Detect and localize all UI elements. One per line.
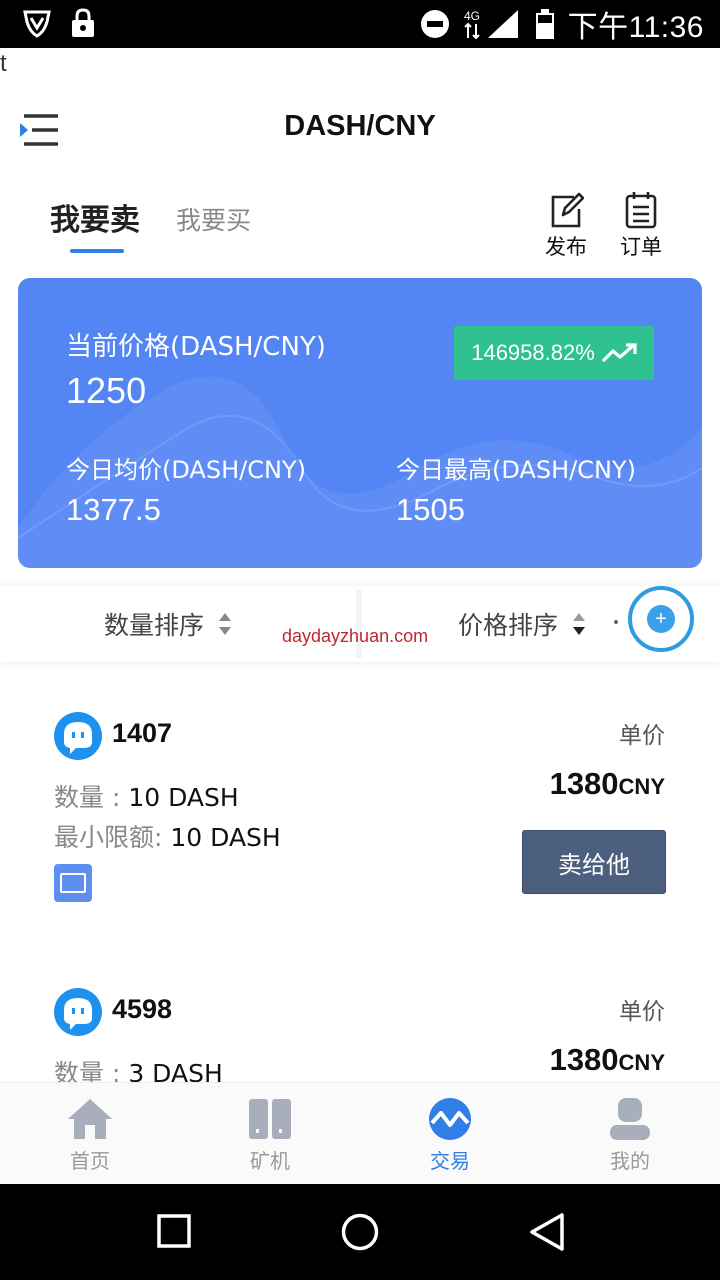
- price-currency: CNY: [618, 1050, 665, 1075]
- nav-home-label: 首页: [70, 1149, 110, 1173]
- clock: 下午11:36: [567, 11, 704, 44]
- network-label: 4G: [464, 9, 480, 23]
- bottom-nav: 首页 矿机 交易 我的: [0, 1082, 720, 1184]
- active-tab-indicator: [70, 249, 124, 253]
- trade-icon: [429, 1098, 471, 1140]
- lock-icon: [72, 8, 94, 37]
- avg-price-value: 1377.5: [66, 492, 161, 527]
- high-price-value: 1505: [396, 492, 465, 527]
- quantity-label: 数量 :: [54, 1059, 129, 1082]
- price: 1380CNY: [550, 1042, 665, 1078]
- avatar-icon: [54, 712, 102, 760]
- publish-label: 发布: [545, 235, 587, 259]
- quantity-line: 数量 : 3 DASH: [54, 1054, 223, 1082]
- quantity-line: 数量 : 10 DASH: [54, 778, 239, 814]
- sell-to-him-button[interactable]: 卖给他: [522, 830, 666, 894]
- quantity-label: 数量 :: [54, 783, 129, 812]
- home-icon: [68, 1099, 112, 1139]
- avg-price-label: 今日均价(DASH/CNY): [66, 456, 306, 484]
- price-card: 当前价格(DASH/CNY) 1250 146958.82% 今日均价(DASH…: [18, 278, 702, 568]
- screen: 4G 下午11:36 t DASH/CNY 我要卖 我要买 发布 订单 当前价格…: [0, 0, 720, 1280]
- tab-sell[interactable]: 我要卖: [50, 195, 140, 239]
- sort-arrows-icon: [573, 613, 586, 635]
- current-price-label: 当前价格(DASH/CNY): [66, 332, 326, 362]
- nav-miner-label: 矿机: [250, 1149, 290, 1173]
- quantity-value: 3 DASH: [128, 1059, 223, 1082]
- sort-bar: 数量排序 价格排序 daydayzhuan.com +: [0, 586, 720, 662]
- sort-by-price[interactable]: 价格排序: [458, 606, 586, 642]
- plus-icon: +: [647, 605, 675, 633]
- stray-text: t: [0, 50, 7, 77]
- orders-button[interactable]: 订单: [611, 191, 671, 261]
- watermark-text: daydayzhuan.com: [282, 626, 429, 646]
- price: 1380CNY: [550, 766, 665, 802]
- battery-icon: [535, 9, 554, 39]
- shield-v-icon: [23, 10, 51, 38]
- system-nav-bar: [0, 1184, 720, 1280]
- user-id: 1407: [112, 718, 173, 748]
- sort-arrows-icon: [219, 613, 232, 635]
- trend-up-icon: [601, 343, 637, 363]
- nav-home[interactable]: 首页: [0, 1083, 180, 1185]
- listing-item: 1407 数量 : 10 DASH 最小限额: 10 DASH 单价 1380C…: [0, 686, 720, 946]
- bank-card-icon: [54, 864, 92, 902]
- edit-icon: [551, 192, 584, 228]
- do-not-disturb-icon: [420, 10, 449, 38]
- signal-4g-icon: 4G: [464, 9, 518, 40]
- current-price-value: 1250: [66, 370, 147, 411]
- status-bar: 4G 下午11:36: [0, 0, 720, 48]
- high-price-label: 今日最高(DASH/CNY): [396, 456, 636, 484]
- app-header: DASH/CNY: [0, 96, 720, 166]
- nav-profile[interactable]: 我的: [540, 1083, 720, 1185]
- orders-label: 订单: [620, 235, 662, 259]
- order-list-icon: [625, 192, 657, 229]
- back-icon[interactable]: [528, 1212, 566, 1252]
- price-value: 1380: [549, 766, 619, 801]
- dot-separator: [614, 620, 618, 624]
- home-button-icon[interactable]: [341, 1213, 379, 1251]
- listing-item: 4598 数量 : 3 DASH 单价 1380CNY: [0, 962, 720, 1082]
- miner-icon: [249, 1099, 291, 1139]
- tab-buy[interactable]: 我要买: [176, 201, 251, 237]
- price-currency: CNY: [618, 774, 665, 799]
- nav-profile-label: 我的: [610, 1149, 650, 1173]
- nav-trade-label: 交易: [430, 1149, 470, 1173]
- sort-quantity-label: 数量排序: [104, 611, 205, 640]
- publish-button[interactable]: 发布: [536, 191, 596, 261]
- trade-tabs: 我要卖 我要买 发布 订单: [0, 185, 720, 265]
- nav-trade[interactable]: 交易: [360, 1083, 540, 1185]
- sort-divider: [356, 590, 362, 658]
- quantity-value: 10 DASH: [128, 783, 239, 812]
- profile-icon: [610, 1098, 650, 1140]
- unit-price-label: 单价: [619, 999, 665, 1025]
- min-limit-value: 10 DASH: [170, 823, 281, 852]
- min-limit-line: 最小限额: 10 DASH: [54, 818, 281, 854]
- recent-apps-icon[interactable]: [157, 1214, 191, 1248]
- avatar-icon: [54, 988, 102, 1036]
- unit-price-label: 单价: [619, 723, 665, 749]
- sort-by-quantity[interactable]: 数量排序: [104, 606, 232, 642]
- user-id: 4598: [112, 994, 173, 1024]
- min-limit-label: 最小限额:: [54, 823, 171, 852]
- floating-add-button[interactable]: +: [628, 586, 694, 652]
- sort-price-label: 价格排序: [458, 611, 559, 640]
- nav-miner[interactable]: 矿机: [180, 1083, 360, 1185]
- change-percent: 146958.82%: [471, 340, 595, 365]
- price-value: 1380: [549, 1042, 619, 1077]
- change-badge: 146958.82%: [454, 326, 654, 380]
- page-title: DASH/CNY: [284, 110, 436, 142]
